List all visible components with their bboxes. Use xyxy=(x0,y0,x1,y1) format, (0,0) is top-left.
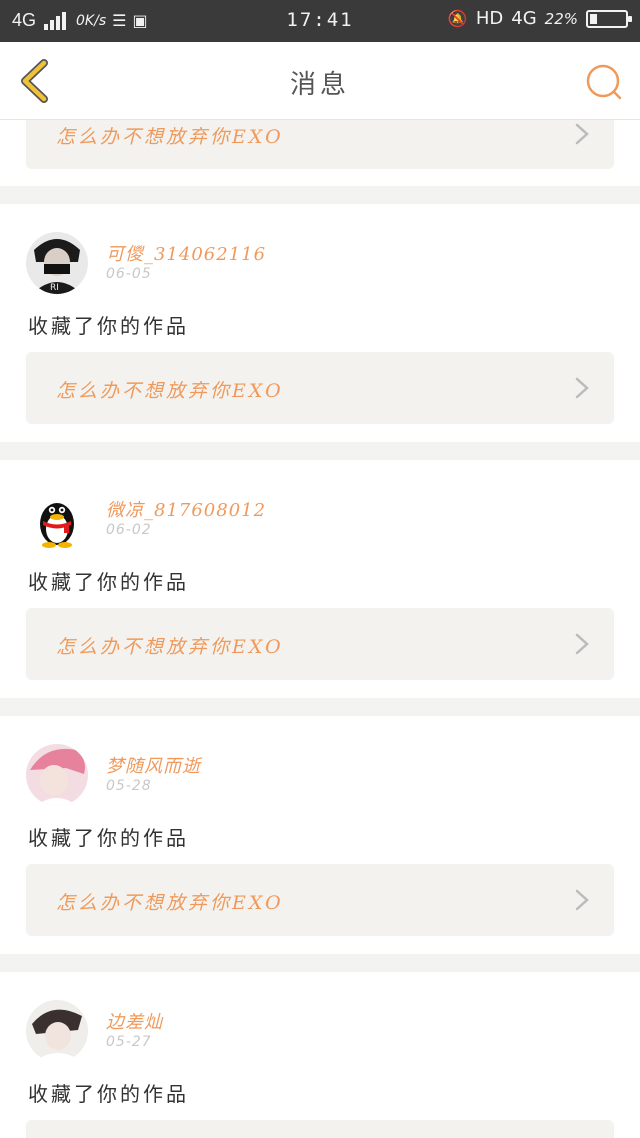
notification-date: 05-27 xyxy=(106,1034,152,1050)
work-title: 怎么办不想放弃你EXO xyxy=(56,126,284,148)
avatar[interactable] xyxy=(26,488,88,550)
message-list: 怎么办不想放弃你EXO RI 可儍_314062116 06-05 收藏了你的作… xyxy=(0,120,640,1138)
chevron-right-icon xyxy=(575,633,589,655)
work-link[interactable] xyxy=(26,1120,614,1138)
search-icon[interactable] xyxy=(584,62,624,102)
notification-action: 收藏了你的作品 xyxy=(28,1082,189,1106)
notification-date: 06-05 xyxy=(106,266,152,282)
notification-action: 收藏了你的作品 xyxy=(28,570,189,594)
notification-card: 微凉_817608012 06-02 收藏了你的作品 怎么办不想放弃你EXO xyxy=(0,460,640,698)
chevron-right-icon xyxy=(575,889,589,911)
mute-icon: 🔕 xyxy=(447,9,468,28)
username[interactable]: 梦随风而逝 xyxy=(106,752,201,778)
avatar[interactable] xyxy=(26,1000,88,1062)
avatar[interactable]: RI xyxy=(26,232,88,294)
work-link[interactable]: 怎么办不想放弃你EXO xyxy=(26,608,614,680)
work-link[interactable]: 怎么办不想放弃你EXO xyxy=(26,864,614,936)
notification-action: 收藏了你的作品 xyxy=(28,314,189,338)
chevron-right-icon xyxy=(575,377,589,399)
notification-date: 05-28 xyxy=(106,778,152,794)
avatar[interactable] xyxy=(26,744,88,806)
work-link[interactable]: 怎么办不想放弃你EXO xyxy=(26,120,614,169)
chevron-right-icon xyxy=(575,123,589,145)
username[interactable]: 可儍_314062116 xyxy=(106,240,266,266)
work-link[interactable]: 怎么办不想放弃你EXO xyxy=(26,352,614,424)
battery-percent: 22% xyxy=(544,9,578,28)
work-title: 怎么办不想放弃你EXO xyxy=(56,636,284,658)
notification-card: 梦随风而逝 05-28 收藏了你的作品 怎么办不想放弃你EXO xyxy=(0,716,640,954)
work-title: 怎么办不想放弃你EXO xyxy=(56,380,284,402)
page-title: 消息 xyxy=(289,70,350,100)
notification-card: 边差灿 05-27 收藏了你的作品 xyxy=(0,972,640,1138)
battery-icon xyxy=(586,9,632,28)
notification-action: 收藏了你的作品 xyxy=(28,826,189,850)
header: 消息 xyxy=(0,42,640,120)
username[interactable]: 微凉_817608012 xyxy=(106,496,266,522)
svg-text:RI: RI xyxy=(50,283,59,293)
work-title: 怎么办不想放弃你EXO xyxy=(56,892,284,914)
notification-card: RI 可儍_314062116 06-05 收藏了你的作品 怎么办不想放弃你EX… xyxy=(0,204,640,442)
status-bar: 4G 0K/s ☰ ▣ 17:41 🔕 HD 4G 22% xyxy=(0,0,640,42)
network-type-right: 4G xyxy=(511,8,537,29)
notification-date: 06-02 xyxy=(106,522,152,538)
notification-card-partial: 怎么办不想放弃你EXO xyxy=(0,120,640,186)
hd-indicator: HD xyxy=(475,8,504,29)
username[interactable]: 边差灿 xyxy=(106,1008,163,1034)
